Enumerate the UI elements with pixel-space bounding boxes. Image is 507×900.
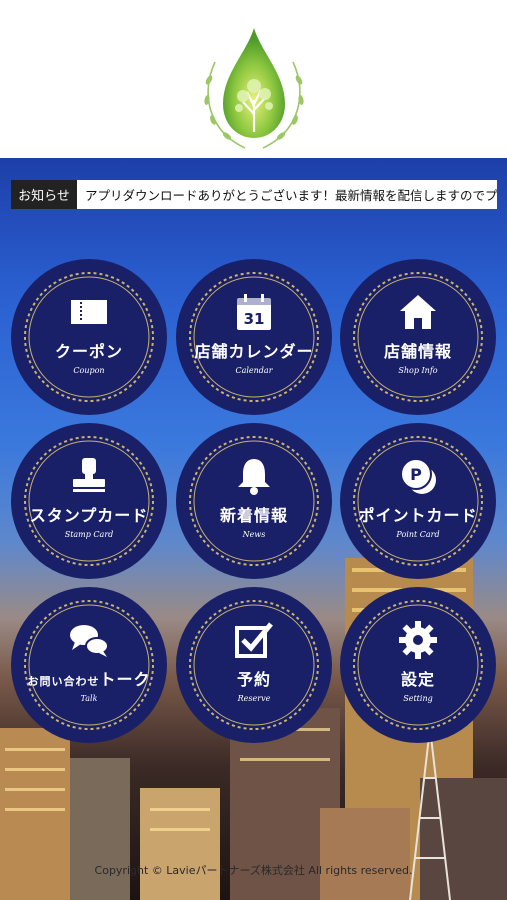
notice-text: アプリダウンロードありがとうございます！最新情報を配信しますのでプッ — [85, 188, 497, 203]
tile-label: 予約 — [236, 670, 271, 689]
tile-sublabel: Reserve — [237, 694, 271, 703]
tile-label: クーポン — [54, 342, 123, 361]
tile-label-small: お問い合わせ — [27, 675, 100, 688]
tile-label: 設定 — [400, 670, 435, 689]
tile-sublabel: Setting — [403, 694, 433, 703]
tile-sublabel: Point Card — [396, 530, 440, 539]
calendar-icon: 31 — [237, 294, 271, 330]
tile-label: お問い合わせトーク — [14, 666, 164, 690]
tile-sublabel: News — [242, 530, 266, 539]
stamp-icon — [73, 458, 105, 492]
tile-label: 店舗情報 — [383, 342, 452, 361]
checkbox-icon — [235, 622, 273, 658]
calendar-button[interactable]: 31 店舗カレンダー Calendar — [179, 262, 329, 412]
tile-label-main: トーク — [99, 670, 151, 689]
reserve-button[interactable]: 予約 Reserve — [179, 590, 329, 740]
svg-text:31: 31 — [244, 310, 265, 328]
copyright-text: Copyright © Lavieパートナーズ株式会社 All rights r… — [94, 864, 413, 877]
house-icon — [400, 295, 436, 329]
tile-sublabel: Talk — [80, 694, 98, 703]
tile-label: ポイントカード — [358, 506, 478, 525]
notice-bar[interactable]: お知らせ アプリダウンロードありがとうございます！最新情報を配信しますのでプッ — [11, 180, 497, 209]
tile-label: スタンプカード — [29, 506, 149, 525]
tile-sublabel: Shop Info — [398, 366, 438, 375]
gear-icon — [399, 621, 437, 659]
setting-button[interactable]: 設定 Setting — [343, 590, 493, 740]
tile-sublabel: Stamp Card — [64, 530, 114, 539]
point-card-button[interactable]: P ポイントカード Point Card — [343, 426, 493, 576]
chat-bubbles-icon — [70, 625, 109, 657]
header — [0, 0, 507, 158]
news-button[interactable]: 新着情報 News — [179, 426, 329, 576]
notice-label: お知らせ — [11, 180, 77, 209]
tile-sublabel: Calendar — [235, 366, 273, 375]
svg-text:P: P — [410, 465, 422, 484]
talk-button[interactable]: お問い合わせトーク Talk — [14, 590, 164, 740]
tile-label: 店舗カレンダー — [194, 342, 314, 361]
logo-icon — [204, 28, 304, 149]
tile-label: 新着情報 — [219, 506, 288, 525]
coupon-button[interactable]: クーポン Coupon — [14, 262, 164, 412]
stamp-card-button[interactable]: スタンプカード Stamp Card — [14, 426, 164, 576]
point-coin-icon: P — [400, 458, 436, 494]
ticket-icon — [71, 300, 107, 324]
shop-info-button[interactable]: 店舗情報 Shop Info — [343, 262, 493, 412]
tile-sublabel: Coupon — [73, 366, 105, 375]
bell-icon — [238, 459, 270, 495]
